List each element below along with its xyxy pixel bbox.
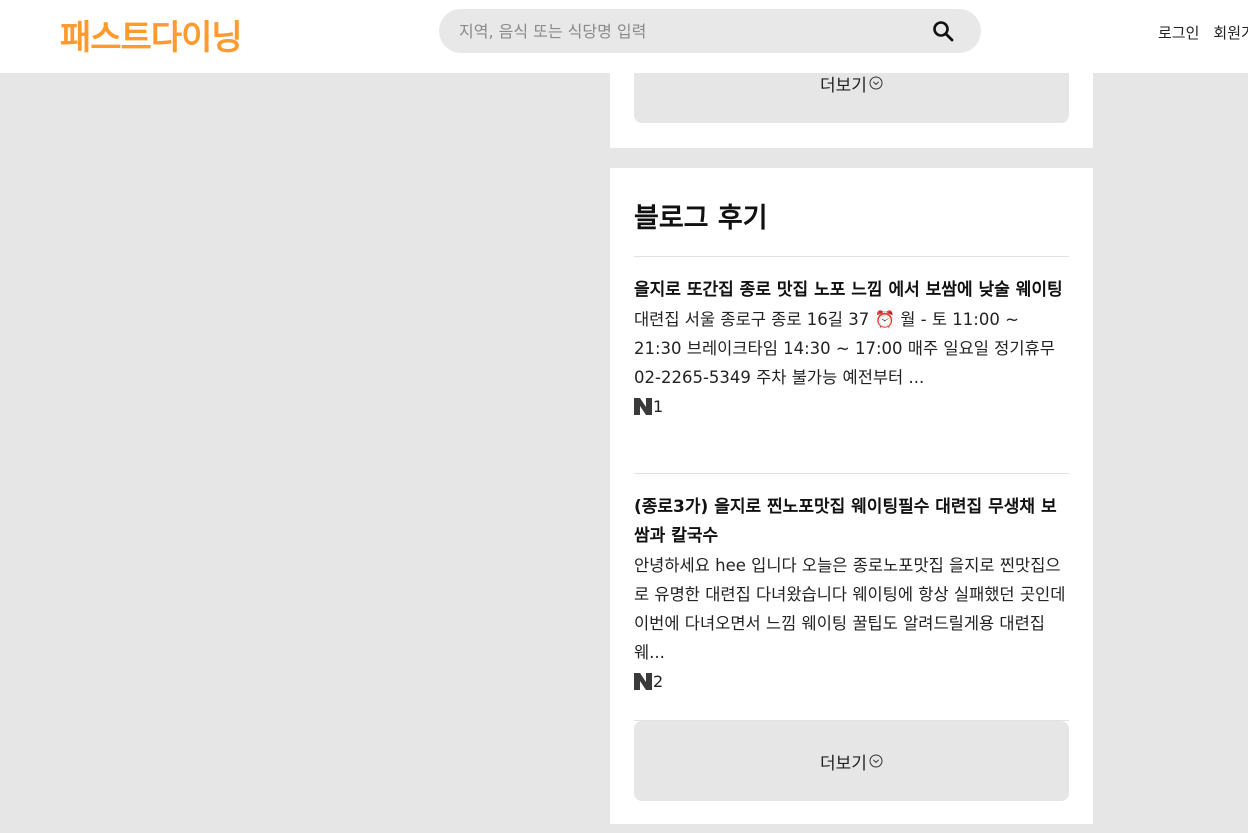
blog-post[interactable]: (종로3가) 을지로 찐노포맛집 웨이팅필수 대련집 무생채 보쌈과 칼국수 안… bbox=[634, 493, 1071, 695]
more-label: 더보기 bbox=[820, 75, 867, 96]
blog-post[interactable]: 을지로 또간집 종로 맛집 노포 느낌 에서 보쌈에 낮술 웨이팅 대련집 서울… bbox=[634, 276, 1071, 420]
post-rank: 2 bbox=[653, 671, 664, 691]
chevron-down-circle-icon bbox=[869, 754, 883, 768]
blog-more-button[interactable]: 더보기 bbox=[634, 721, 1069, 801]
post-title[interactable]: (종로3가) 을지로 찐노포맛집 웨이팅필수 대련집 무생채 보쌈과 칼국수 bbox=[634, 493, 1071, 551]
naver-n-icon bbox=[634, 672, 652, 690]
alarm-clock-icon: ⏰ bbox=[874, 310, 895, 329]
divider bbox=[634, 473, 1069, 474]
post-snippet: 대련집 서울 종로구 종로 16길 37 ⏰ 월 - 토 11:00 ~ 21:… bbox=[634, 305, 1071, 392]
blog-review-card: 블로그 후기 을지로 또간집 종로 맛집 노포 느낌 에서 보쌈에 낮술 웨이팅… bbox=[610, 168, 1093, 824]
post-snippet-text: 대련집 서울 종로구 종로 16길 37 bbox=[634, 310, 875, 329]
top-header: 패스트다이닝 로그인 회원가입 bbox=[0, 0, 1248, 73]
login-link[interactable]: 로그인 bbox=[1158, 24, 1199, 42]
logo[interactable]: 패스트다이닝 bbox=[60, 10, 243, 59]
more-label: 더보기 bbox=[820, 753, 867, 774]
divider bbox=[634, 256, 1069, 257]
section-title: 블로그 후기 bbox=[634, 203, 768, 234]
post-title[interactable]: 을지로 또간집 종로 맛집 노포 느낌 에서 보쌈에 낮술 웨이팅 bbox=[634, 276, 1071, 305]
post-source: 1 bbox=[634, 392, 1071, 420]
search-input[interactable] bbox=[459, 9, 919, 53]
chevron-down-circle-icon bbox=[869, 76, 883, 90]
naver-n-icon bbox=[634, 397, 652, 415]
signup-link[interactable]: 회원가입 bbox=[1213, 24, 1248, 42]
post-snippet: 안녕하세요 hee 입니다 오늘은 종로노포맛집 을지로 찐맛집으로 유명한 대… bbox=[634, 556, 1066, 662]
search-icon[interactable] bbox=[931, 19, 955, 43]
top-nav: 로그인 회원가입 bbox=[1158, 22, 1248, 43]
search-bar[interactable] bbox=[439, 9, 981, 53]
post-source: 2 bbox=[634, 667, 1071, 695]
menu-card: 더보기 bbox=[610, 43, 1093, 148]
post-rank: 1 bbox=[653, 396, 664, 416]
